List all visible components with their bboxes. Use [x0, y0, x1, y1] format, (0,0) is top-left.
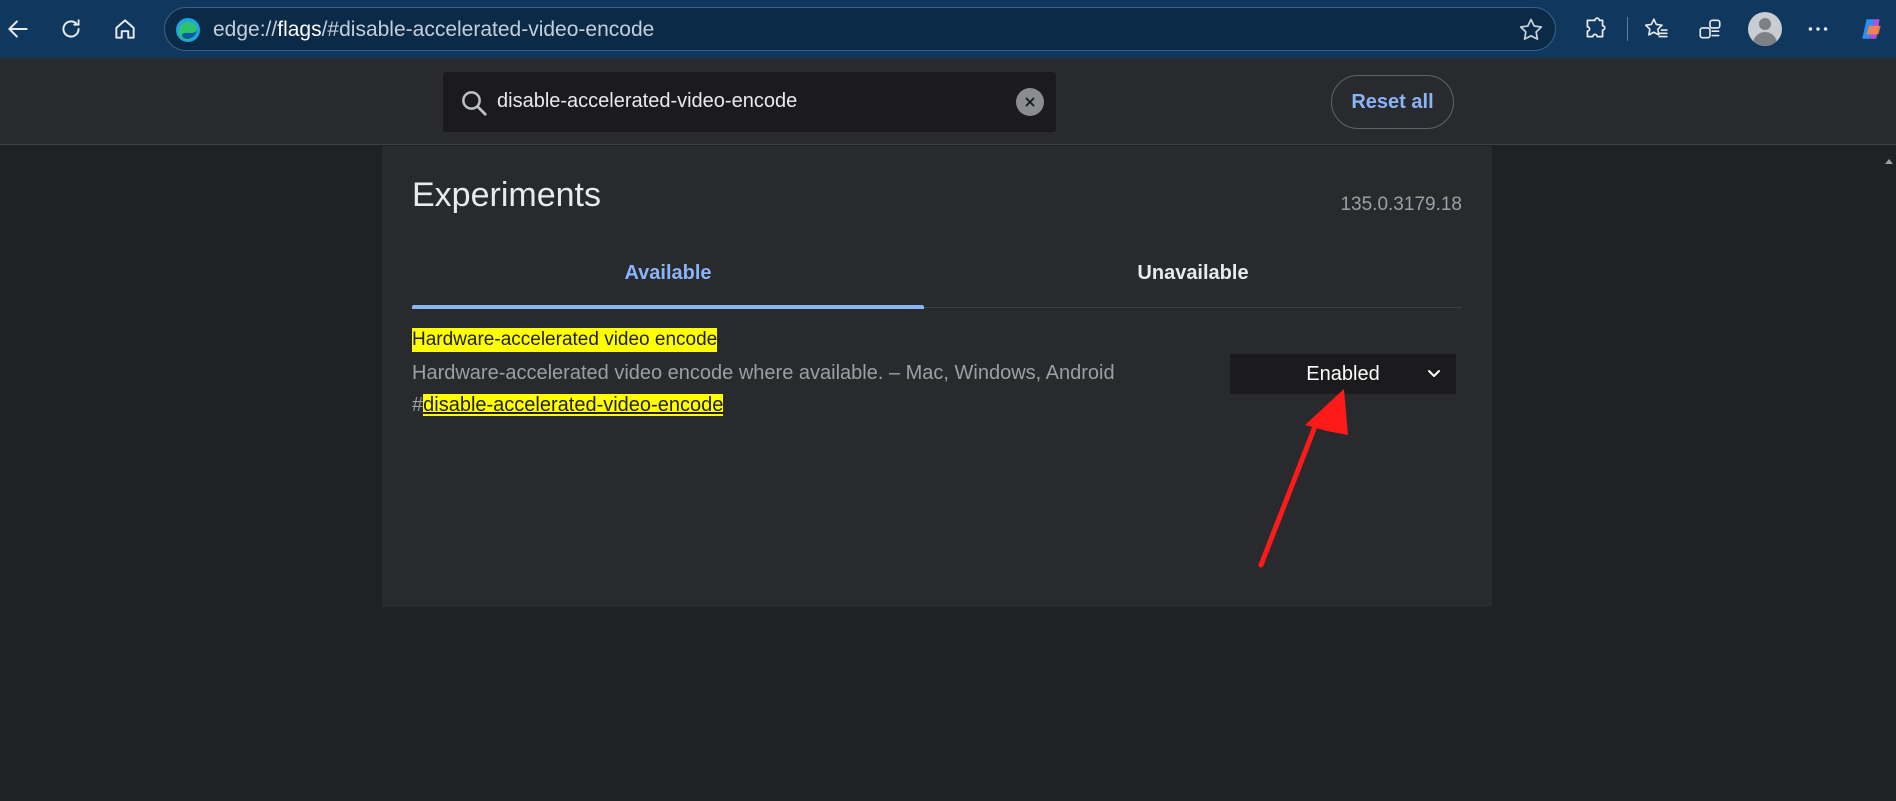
home-icon[interactable]	[107, 11, 143, 47]
refresh-icon[interactable]	[53, 11, 89, 47]
address-bar[interactable]: edge://flags/#disable-accelerated-video-…	[164, 7, 1556, 51]
version-label: 135.0.3179.18	[1340, 194, 1462, 215]
toolbar-divider	[1627, 17, 1628, 41]
experiment-description: Hardware-accelerated video encode where …	[412, 362, 1115, 384]
favorite-star-icon[interactable]	[1517, 16, 1545, 44]
reset-all-button[interactable]: Reset all	[1331, 75, 1454, 129]
experiment-permalink[interactable]: #disable-accelerated-video-encode	[412, 394, 724, 417]
experiment-name: Hardware-accelerated video encode	[412, 328, 718, 352]
extensions-icon[interactable]	[1577, 11, 1613, 47]
edge-logo-icon	[176, 18, 200, 42]
scroll-up-icon[interactable]	[1882, 154, 1896, 168]
more-options-icon[interactable]	[1800, 11, 1836, 47]
tab-bar: Available Unavailable	[412, 262, 1462, 309]
clear-search-icon[interactable]	[1016, 88, 1044, 116]
flags-header: disable-accelerated-video-encode Reset a…	[0, 58, 1896, 145]
tab-available[interactable]: Available	[412, 262, 924, 309]
copilot-icon[interactable]	[1854, 11, 1890, 47]
back-icon[interactable]	[0, 11, 36, 47]
tab-unavailable[interactable]: Unavailable	[924, 262, 1462, 308]
annotation-arrow-icon	[1258, 389, 1348, 568]
page-title: Experiments	[412, 176, 601, 214]
search-input[interactable]: disable-accelerated-video-encode	[497, 90, 797, 113]
experiment-item: Hardware-accelerated video encode Hardwa…	[412, 328, 1462, 416]
search-box[interactable]: disable-accelerated-video-encode	[443, 72, 1056, 132]
browser-toolbar: edge://flags/#disable-accelerated-video-…	[0, 0, 1896, 58]
selected-option: Enabled	[1306, 362, 1380, 385]
collections-icon[interactable]	[1692, 11, 1728, 47]
favorites-icon[interactable]	[1638, 11, 1674, 47]
profile-avatar[interactable]	[1748, 12, 1782, 46]
url-text: edge://flags/#disable-accelerated-video-…	[213, 18, 655, 41]
chevron-down-icon	[1428, 370, 1440, 377]
search-icon	[462, 91, 487, 116]
